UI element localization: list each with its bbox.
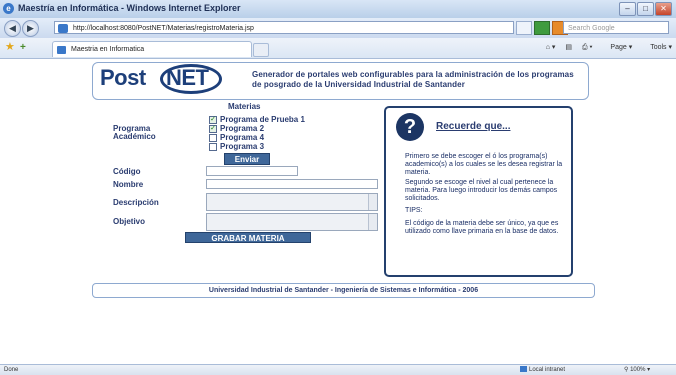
- objetivo-scrollbar[interactable]: [368, 214, 377, 230]
- tab-label: Maestria en Informatica: [71, 46, 145, 53]
- programa-label: Programa Académico: [113, 124, 156, 141]
- maximize-button[interactable]: □: [637, 2, 654, 16]
- reminder-paragraph-2: Segundo se escoge el nivel al cual perte…: [405, 179, 558, 202]
- address-url: http://localhost:8080/PostNET/Materias/r…: [73, 25, 254, 32]
- window-titlebar: e Maestría en Informática - Windows Inte…: [0, 0, 676, 19]
- status-bar: Done Local intranet ⚲ 100% ▾: [0, 364, 676, 375]
- back-button[interactable]: ◀: [4, 20, 21, 37]
- page-icon: [58, 24, 68, 33]
- checkbox-programa-prueba-1[interactable]: ✓: [209, 116, 217, 124]
- header-description: Generador de portales web configurables …: [252, 70, 574, 89]
- refresh-icon[interactable]: [534, 21, 550, 35]
- tab-maestria[interactable]: Maestria en Informatica: [52, 41, 252, 57]
- reminder-title: Recuerde que...: [436, 121, 511, 132]
- home-icon[interactable]: ⌂ ▾: [546, 44, 556, 51]
- address-tools: [516, 21, 570, 35]
- codigo-label: Código: [113, 167, 141, 176]
- new-tab-button[interactable]: [253, 43, 269, 57]
- grabar-materia-button[interactable]: GRABAR MATERIA: [185, 232, 311, 243]
- dropdown-icon[interactable]: [516, 21, 532, 35]
- feeds-icon[interactable]: ▤: [565, 44, 572, 51]
- codigo-field[interactable]: [206, 166, 298, 176]
- enviar-button[interactable]: Enviar: [224, 153, 270, 165]
- reminder-paragraph-1: Primero se debe escoger el ó los program…: [405, 153, 563, 176]
- address-input[interactable]: http://localhost:8080/PostNET/Materias/r…: [54, 21, 514, 34]
- print-icon[interactable]: ⎙ ▾: [582, 44, 593, 51]
- option-label: Programa de Prueba 1: [220, 115, 305, 124]
- option-label: Programa 3: [220, 142, 265, 151]
- reminder-paragraph-3: El código de la materia debe ser único, …: [405, 220, 559, 235]
- question-icon: ?: [396, 113, 424, 141]
- tools-menu[interactable]: Tools ▾: [642, 44, 672, 51]
- command-bar: ⌂ ▾ ▤ ⎙ ▾ Page ▾ Tools ▾: [538, 43, 672, 52]
- checkbox-programa-2[interactable]: ✓: [209, 125, 217, 133]
- forward-button[interactable]: ▶: [22, 20, 39, 37]
- checkbox-programa-4[interactable]: [209, 134, 217, 142]
- search-input[interactable]: Search Google: [563, 21, 669, 34]
- window-controls: – □ ✕: [618, 2, 672, 16]
- page-content: [0, 59, 676, 364]
- descripcion-textarea[interactable]: [206, 193, 378, 211]
- nombre-field[interactable]: [206, 179, 378, 189]
- option-label: Programa 4: [220, 133, 265, 142]
- tab-page-icon: [57, 46, 66, 54]
- materias-title: Materias: [228, 102, 261, 111]
- descripcion-label: Descripción: [113, 198, 159, 207]
- descripcion-scrollbar[interactable]: [368, 194, 377, 210]
- window-title: Maestría en Informática - Windows Intern…: [18, 3, 241, 13]
- nombre-label: Nombre: [113, 180, 144, 189]
- page-menu[interactable]: Page ▾: [602, 44, 632, 51]
- checkbox-programa-3[interactable]: [209, 143, 217, 151]
- objetivo-textarea[interactable]: [206, 213, 378, 231]
- close-button[interactable]: ✕: [655, 2, 672, 16]
- tab-toolbar: ★ + Maestria en Informatica ⌂ ▾ ▤ ⎙ ▾ Pa…: [0, 38, 676, 59]
- minimize-button[interactable]: –: [619, 2, 636, 16]
- page-footer: Universidad Industrial de Santander - In…: [92, 283, 595, 298]
- intranet-icon: [520, 366, 527, 373]
- ie-logo-icon: e: [3, 3, 14, 14]
- tips-label: TIPS:: [405, 207, 423, 214]
- objetivo-label: Objetivo: [113, 217, 146, 226]
- option-label: Programa 2: [220, 124, 265, 133]
- postnet-logo: Post NET: [100, 64, 228, 96]
- favorites-star-icon[interactable]: ★: [5, 42, 16, 53]
- address-toolbar: ◀ ▶ http://localhost:8080/PostNET/Materi…: [0, 18, 676, 38]
- add-favorites-icon[interactable]: +: [20, 42, 31, 53]
